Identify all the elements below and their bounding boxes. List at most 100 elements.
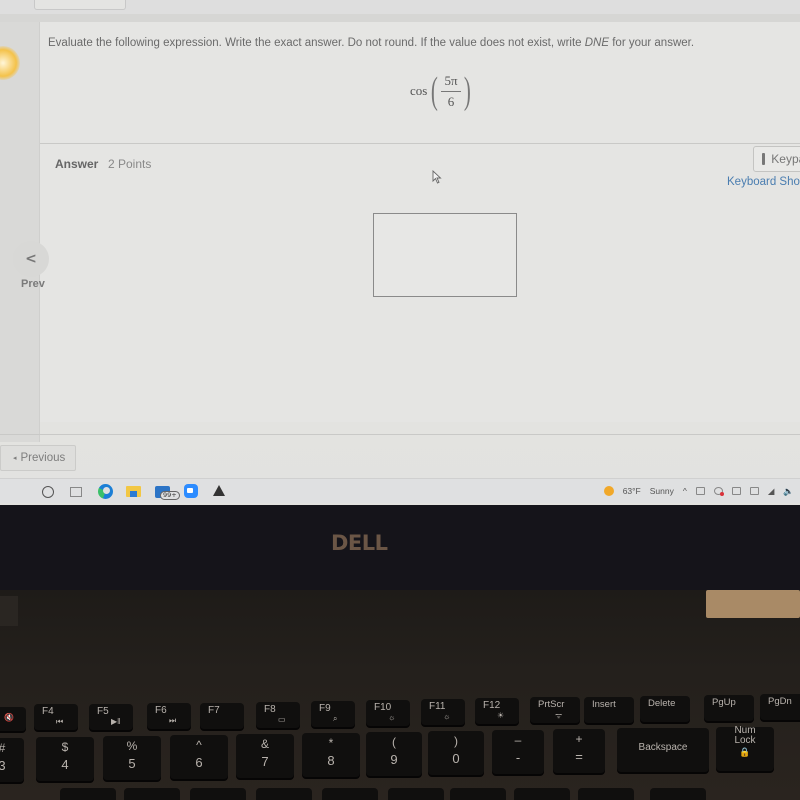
weather-condition[interactable]: Sunny xyxy=(650,486,674,496)
key-row3[interactable] xyxy=(514,788,570,800)
key-label: PgDn xyxy=(768,696,792,707)
dell-logo: DELL xyxy=(331,531,388,555)
mail-badge: 99+ xyxy=(160,491,180,500)
system-tray: 63°F Sunny ^ ◢ 🔈 xyxy=(603,482,794,500)
key-label: F10 xyxy=(374,702,392,713)
keyboard-shortcuts-link[interactable]: Keyboard Shortcuts xyxy=(727,176,800,188)
zoom-app-icon[interactable] xyxy=(184,484,198,498)
key-top-char: ( xyxy=(392,735,396,749)
instruction-dne: DNE xyxy=(584,37,610,49)
edge-browser-icon[interactable] xyxy=(98,484,113,499)
inkscape-icon[interactable] xyxy=(212,484,226,498)
section-divider xyxy=(40,143,800,144)
battery-icon[interactable] xyxy=(749,487,759,495)
key-f7[interactable]: F7 xyxy=(200,703,244,729)
security-alert-icon[interactable] xyxy=(731,487,741,495)
instruction-text-end: for your answer. xyxy=(609,37,695,49)
answer-label: Answer xyxy=(55,157,99,171)
key-label: F6 xyxy=(155,705,167,716)
key-bottom-char: 3 xyxy=(0,758,6,773)
volume-icon[interactable]: 🔈 xyxy=(783,486,794,497)
key--[interactable]: – - xyxy=(492,730,544,774)
key-f6[interactable]: F6 ⏭ xyxy=(147,703,191,729)
key-4[interactable]: $4 xyxy=(36,737,94,781)
key-top-char: % xyxy=(126,739,138,753)
key-9[interactable]: (9 xyxy=(366,732,422,776)
key-label: Insert xyxy=(592,699,616,710)
wifi-icon[interactable]: ◢ xyxy=(768,486,775,497)
meet-now-icon[interactable] xyxy=(695,487,705,495)
key-label: F4 xyxy=(42,706,54,717)
answer-input[interactable] xyxy=(373,213,517,297)
key-bottom-char: 7 xyxy=(261,754,269,769)
key-insert[interactable]: Insert xyxy=(584,697,634,723)
key-fn-icon: ☼ xyxy=(388,713,396,722)
key-f9[interactable]: F9 ⌕ xyxy=(311,701,355,727)
key-row3[interactable] xyxy=(388,788,444,800)
prev-button[interactable]: < xyxy=(13,241,49,277)
key-top-char: & xyxy=(260,737,269,751)
cloud-alert-icon[interactable] xyxy=(713,487,724,496)
key-5[interactable]: % 5 xyxy=(103,736,161,780)
key-=[interactable]: + = xyxy=(553,729,605,773)
key-f8[interactable]: F8 ▭ xyxy=(256,702,300,728)
key-row3[interactable] xyxy=(450,788,506,800)
key-fn-icon: ⏭ xyxy=(169,716,177,725)
prev-label[interactable]: Prev xyxy=(21,278,45,290)
lock-icon: 🔒 xyxy=(739,747,751,757)
key-row3[interactable] xyxy=(578,788,634,800)
calculator-icon xyxy=(762,153,766,165)
weather-temp[interactable]: 63°F xyxy=(623,486,641,496)
key-row3[interactable] xyxy=(124,788,180,800)
keypad-label: Keypad xyxy=(771,152,800,166)
key-row3[interactable] xyxy=(322,788,378,800)
key-3[interactable]: #3 xyxy=(0,738,24,782)
previous-button[interactable]: ◂ Previous xyxy=(0,445,76,471)
key-f5[interactable]: F5 ▶‖ xyxy=(89,704,133,730)
hinge xyxy=(0,596,18,626)
key-f4[interactable]: F4 ⏮ xyxy=(34,704,78,730)
search-icon[interactable] xyxy=(42,486,54,498)
key-f11[interactable]: F11 ☼ xyxy=(421,699,465,725)
key-row3[interactable] xyxy=(60,788,116,800)
key-pgdn[interactable]: PgDn xyxy=(760,694,800,720)
key-label: Lock xyxy=(734,735,756,746)
key-top-char: $ xyxy=(61,740,69,754)
instruction-text: Evaluate the following expression. Write… xyxy=(48,37,585,49)
key-bottom-char: 6 xyxy=(195,755,203,770)
key-label: PrtScr xyxy=(538,699,565,710)
key-bottom-char: 8 xyxy=(327,753,335,768)
fraction: 5π 6 xyxy=(441,73,461,110)
right-paren: ) xyxy=(463,70,471,112)
question-instructions: Evaluate the following expression. Write… xyxy=(48,37,694,49)
key-row3[interactable] xyxy=(650,788,706,800)
key-f12[interactable]: F12 ☀ xyxy=(475,698,519,724)
key-row3[interactable] xyxy=(190,788,246,800)
points-label: 2 Points xyxy=(108,157,152,171)
file-explorer-icon[interactable] xyxy=(126,486,141,497)
key-f10[interactable]: F10 ☼ xyxy=(366,700,410,726)
screen: Evaluate the following expression. Write… xyxy=(0,0,800,505)
key-mute[interactable]: 🔇 xyxy=(0,707,26,731)
key-prtscr[interactable]: PrtScr ᯤ xyxy=(530,697,580,723)
key-pgup[interactable]: PgUp xyxy=(704,695,754,721)
key-row3[interactable] xyxy=(256,788,312,800)
weather-sun-icon[interactable] xyxy=(603,486,614,496)
task-view-icon[interactable] xyxy=(70,487,82,497)
key-6[interactable]: ^ 6 xyxy=(170,735,228,779)
key-🔒[interactable]: Num Lock 🔒 xyxy=(716,725,774,771)
key-bottom-char: = xyxy=(575,749,583,764)
fraction-bar xyxy=(441,90,461,92)
key-7[interactable]: & 7 xyxy=(236,734,294,778)
keypad-button[interactable]: Keypad xyxy=(753,146,800,172)
key-bottom-char: 4 xyxy=(61,757,69,772)
header-strip xyxy=(0,14,800,22)
key-delete[interactable]: Delete xyxy=(640,696,690,722)
question-tab[interactable] xyxy=(34,0,126,10)
key-fn-icon: ☀ xyxy=(497,711,505,720)
key-backspace[interactable]: Backspace xyxy=(617,728,709,772)
key-label: F7 xyxy=(208,705,220,716)
key-0[interactable]: ) 0 xyxy=(428,731,484,775)
tray-chevron-up-icon[interactable]: ^ xyxy=(683,486,687,496)
key-8[interactable]: * 8 xyxy=(302,733,360,777)
